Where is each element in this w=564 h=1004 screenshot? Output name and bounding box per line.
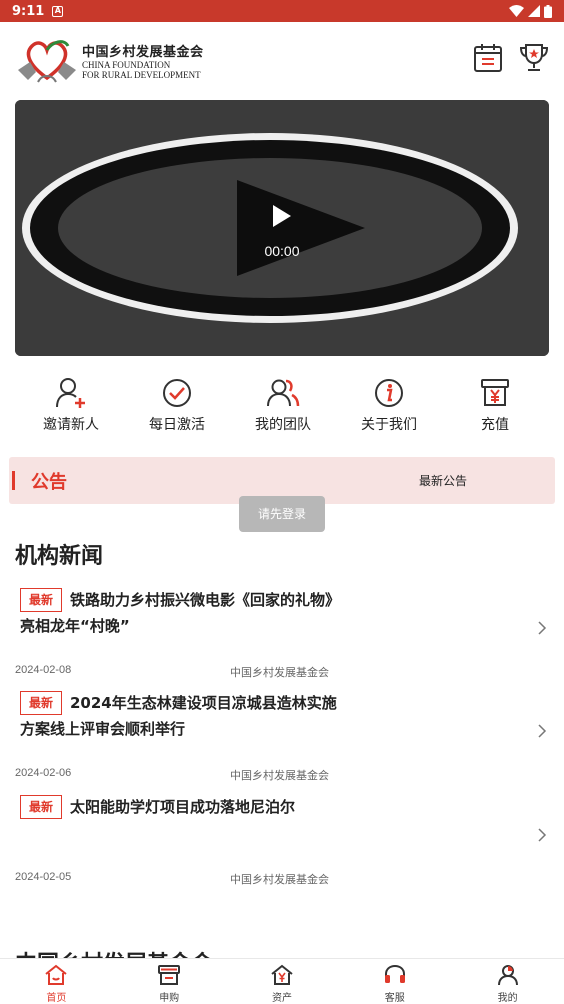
shop-icon bbox=[158, 965, 181, 985]
info-icon bbox=[375, 379, 403, 407]
nav-shop[interactable]: 申购 bbox=[113, 959, 226, 1004]
nav-profile[interactable]: 我的 bbox=[451, 959, 564, 1004]
video-time: 00:00 bbox=[264, 243, 300, 259]
nav-service-label: 客服 bbox=[384, 993, 405, 1004]
news-section-title: 机构新闻 bbox=[15, 544, 104, 569]
quick-team-button[interactable]: 我的团队 bbox=[230, 370, 336, 440]
quick-team-label: 我的团队 bbox=[255, 417, 311, 433]
profile-icon bbox=[497, 965, 518, 986]
nav-shop-label: 申购 bbox=[159, 993, 180, 1004]
logo-english-name-2: FOR RURAL DEVELOPMENT bbox=[82, 69, 201, 80]
news-title: 太阳能助学灯项目成功落地尼泊尔 bbox=[70, 798, 296, 816]
quick-invite-button[interactable]: 邀请新人 bbox=[18, 370, 124, 440]
news-title: 铁路助力乡村振兴微电影《回家的礼物》亮相龙年“村晚” bbox=[20, 591, 341, 635]
nav-home[interactable]: 首页 bbox=[0, 959, 113, 1004]
nav-profile-label: 我的 bbox=[497, 993, 518, 1004]
cellular-icon bbox=[528, 5, 540, 17]
news-date: 2024-02-08 bbox=[15, 664, 72, 676]
calendar-icon[interactable] bbox=[472, 42, 504, 74]
logo-text: 中国乡村发展基金会 CHINA FOUNDATION FOR RURAL DEV… bbox=[82, 41, 204, 80]
wifi-icon bbox=[509, 5, 524, 17]
chevron-right-icon bbox=[538, 724, 547, 738]
trophy-icon[interactable] bbox=[518, 42, 550, 74]
news-item[interactable]: 最新 2024年生态林建设项目凉城县造林实施方案线上评审会顺利举行 2024-0… bbox=[0, 683, 564, 783]
video-player[interactable]: 00:00 bbox=[15, 100, 549, 356]
recharge-icon bbox=[481, 379, 509, 406]
quick-about-button[interactable]: 关于我们 bbox=[336, 370, 442, 440]
battery-icon bbox=[544, 4, 552, 18]
quick-about-label: 关于我们 bbox=[361, 417, 417, 433]
chevron-right-icon bbox=[538, 828, 547, 842]
login-toast: 请先登录 bbox=[239, 496, 325, 532]
notification-icon: A bbox=[52, 5, 64, 17]
quick-activate-button[interactable]: 每日激活 bbox=[124, 370, 230, 440]
news-source: 中国乡村发展基金会 bbox=[230, 873, 329, 886]
play-icon[interactable] bbox=[271, 204, 293, 228]
quick-menu: 邀请新人 每日激活 我的团队 关于我们 充值 bbox=[0, 370, 564, 440]
check-circle-icon bbox=[163, 379, 191, 407]
logo-emblem-icon bbox=[18, 40, 76, 83]
announcement-accent bbox=[12, 471, 15, 490]
logo-chinese-name: 中国乡村发展基金会 bbox=[82, 44, 204, 60]
announcement-title: 公告 bbox=[31, 472, 67, 493]
app-screen: 9:11 A 中国乡村发展基金会 CHINA FOUNDATION FOR RU… bbox=[0, 0, 564, 1004]
news-date: 2024-02-05 bbox=[15, 871, 72, 883]
assets-icon bbox=[271, 964, 293, 985]
chevron-right-icon bbox=[538, 621, 547, 635]
video-thumbnail bbox=[15, 100, 549, 356]
nav-home-label: 首页 bbox=[46, 993, 67, 1004]
team-icon bbox=[267, 379, 300, 407]
news-title: 2024年生态林建设项目凉城县造林实施方案线上评审会顺利举行 bbox=[20, 694, 337, 738]
status-bar: 9:11 A bbox=[0, 0, 564, 22]
news-source: 中国乡村发展基金会 bbox=[230, 769, 329, 782]
quick-recharge-label: 充值 bbox=[481, 417, 509, 433]
app-header: 中国乡村发展基金会 CHINA FOUNDATION FOR RURAL DEV… bbox=[0, 22, 564, 98]
nav-assets[interactable]: 资产 bbox=[226, 959, 339, 1004]
quick-invite-label: 邀请新人 bbox=[43, 417, 99, 433]
nav-assets-label: 资产 bbox=[271, 993, 292, 1004]
foundation-logo: 中国乡村发展基金会 CHINA FOUNDATION FOR RURAL DEV… bbox=[16, 34, 206, 86]
announcement-latest[interactable]: 最新公告 bbox=[419, 472, 467, 489]
news-date: 2024-02-06 bbox=[15, 767, 72, 779]
news-source: 中国乡村发展基金会 bbox=[230, 666, 329, 679]
status-time: 9:11 bbox=[12, 3, 45, 19]
quick-recharge-button[interactable]: 充值 bbox=[442, 370, 548, 440]
status-icons bbox=[509, 4, 552, 18]
quick-activate-label: 每日激活 bbox=[149, 417, 205, 433]
bottom-navigation: 首页 申购 资产 客服 我的 bbox=[0, 958, 564, 1004]
news-item[interactable]: 最新 铁路助力乡村振兴微电影《回家的礼物》亮相龙年“村晚” 2024-02-08… bbox=[0, 580, 564, 680]
home-icon bbox=[45, 964, 68, 985]
news-item[interactable]: 最新 太阳能助学灯项目成功落地尼泊尔 2024-02-05 中国乡村发展基金会 bbox=[0, 787, 564, 887]
headset-icon bbox=[384, 964, 405, 983]
invite-user-icon bbox=[56, 378, 85, 408]
logo-english-name-1: CHINA FOUNDATION bbox=[82, 59, 171, 70]
nav-service[interactable]: 客服 bbox=[338, 959, 451, 1004]
